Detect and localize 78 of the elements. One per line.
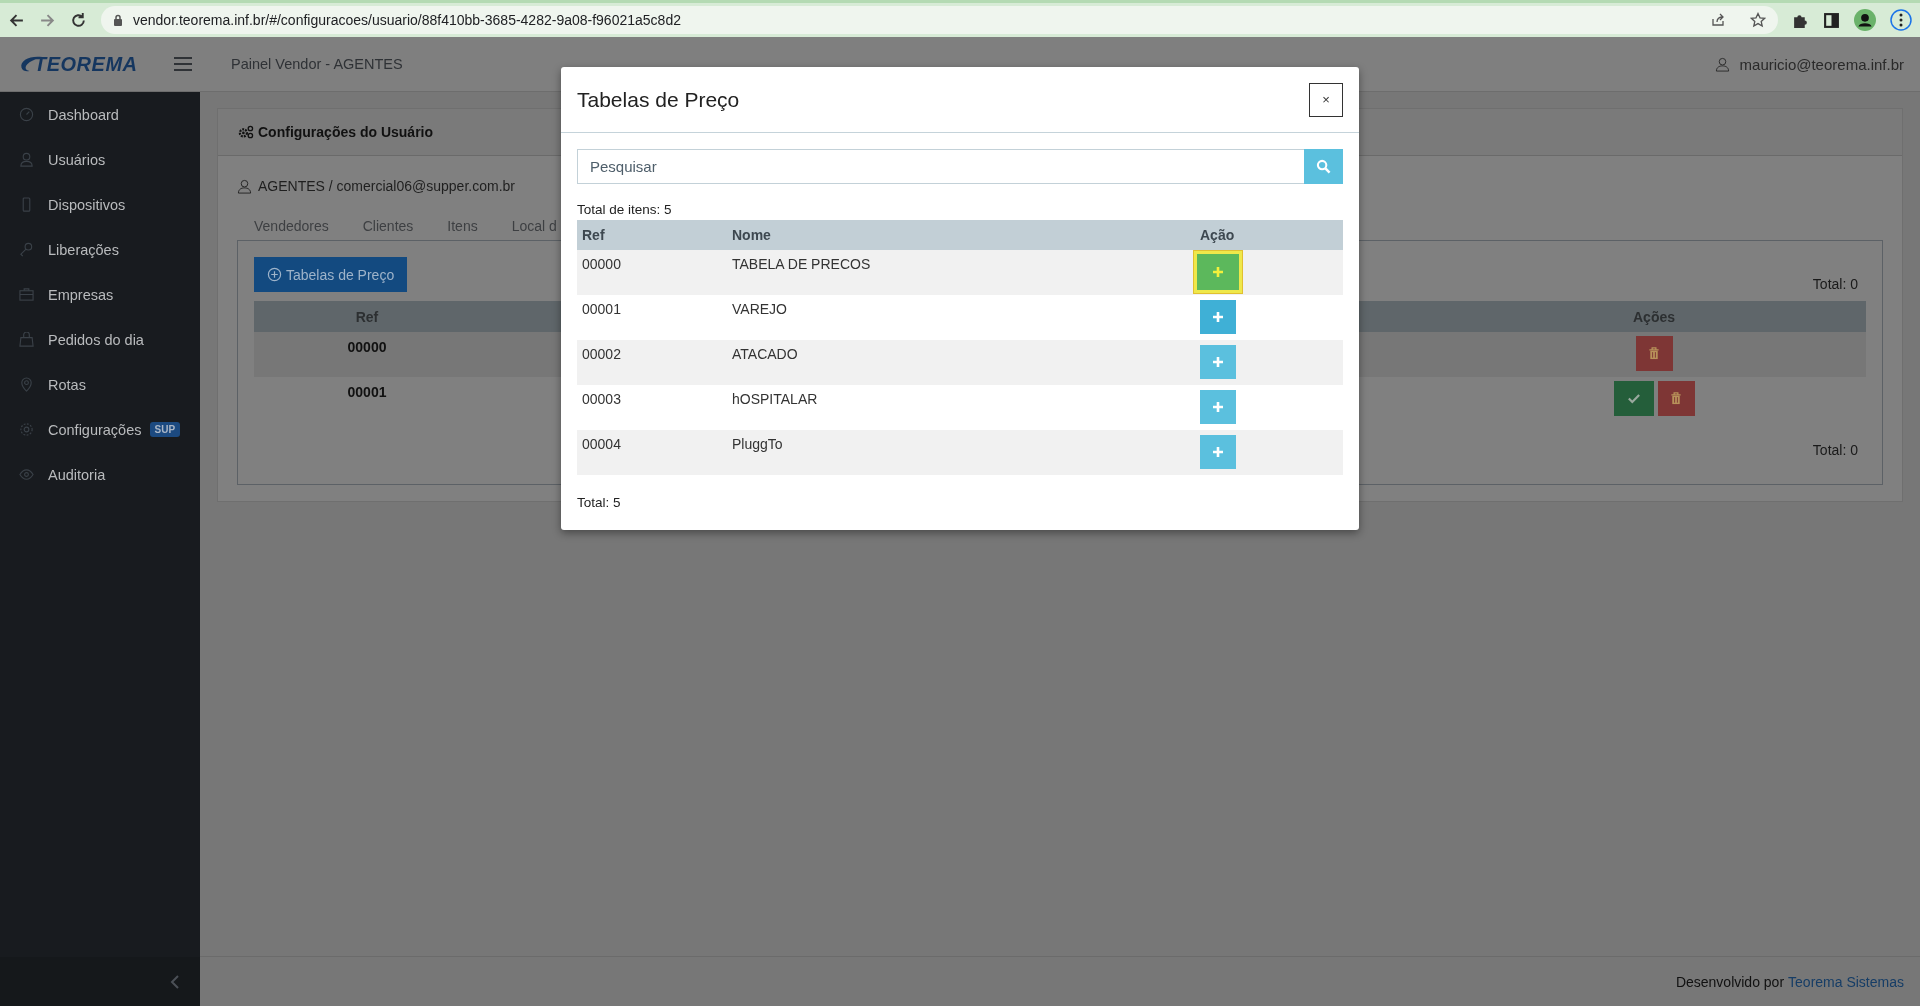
sidebar-item[interactable]: Auditoria — [0, 452, 200, 497]
search-button[interactable] — [1304, 149, 1343, 184]
search-icon — [1316, 159, 1331, 174]
sidebar-item[interactable]: Empresas — [0, 272, 200, 317]
sidebar-item[interactable]: Rotas — [0, 362, 200, 407]
bag-icon — [19, 332, 34, 347]
briefcase-icon — [19, 287, 34, 302]
table-cell-text: PluggTo — [732, 435, 784, 452]
total-count: Total: 0 — [1812, 275, 1859, 292]
table-cell-text: ATACADO — [732, 345, 799, 362]
delete-button[interactable] — [1657, 381, 1695, 416]
sidebar-item[interactable]: Pedidos do dia — [0, 317, 200, 362]
table-cell-text: 00003 — [581, 390, 622, 407]
card-title: Configurações do Usuário — [258, 124, 434, 140]
close-button[interactable]: × — [1309, 82, 1343, 117]
reload-icon[interactable] — [70, 11, 87, 29]
sup-badge: SUP — [149, 422, 181, 437]
plus-icon — [1212, 266, 1224, 278]
plus-icon — [1212, 311, 1224, 323]
trash-icon — [1648, 347, 1660, 360]
pin-icon — [19, 377, 34, 392]
page-title: Painel Vendor - AGENTES — [231, 56, 403, 72]
plus-icon — [1212, 446, 1224, 458]
dialog-title: Tabelas de Preço — [577, 87, 740, 112]
sidebar-item[interactable]: Dispositivos — [0, 182, 200, 227]
table-cell-text: 00000 — [581, 255, 622, 272]
table-cell-text: 00001 — [581, 300, 622, 317]
key-icon — [19, 242, 34, 257]
table-cell-text: hOSPITALAR — [732, 390, 819, 407]
user-icon — [1714, 56, 1730, 72]
gear-icon — [19, 422, 34, 437]
gears-icon — [238, 125, 254, 139]
table-cell-text: 00004 — [581, 435, 622, 452]
column-header: Nome — [732, 227, 772, 243]
sidebar-item[interactable]: Configurações SUP — [0, 407, 200, 452]
column-header: Ação — [1200, 227, 1236, 243]
plus-icon — [1212, 356, 1224, 368]
column-header: Ref — [354, 308, 380, 325]
total-count: Total: 5 — [577, 495, 622, 510]
trash-icon — [1670, 392, 1682, 405]
sidebar-item[interactable]: Usuários — [0, 137, 200, 182]
address-bar[interactable]: vendor.teorema.inf.br/#/configuracoes/usuario/88f410bb-3685-4282-9a08-f96021a5c8d2 — [101, 6, 1778, 34]
search-field[interactable]: Pesquisar — [577, 149, 1304, 184]
column-header: Ações — [1632, 308, 1676, 325]
sidebar-item[interactable]: Dashboard — [0, 92, 200, 137]
eye-icon — [19, 467, 34, 482]
plus-circle-icon — [267, 267, 282, 282]
star-icon[interactable] — [1750, 12, 1766, 28]
add-button[interactable] — [1200, 390, 1236, 424]
table-cell-text: 00001 — [346, 383, 388, 400]
column-header: Ref — [581, 227, 606, 243]
menu-icon[interactable] — [1890, 9, 1912, 31]
approve-button[interactable] — [1613, 381, 1654, 416]
user-icon — [237, 178, 252, 194]
profile-icon[interactable] — [1854, 9, 1876, 31]
check-icon — [1627, 392, 1640, 405]
table-cell-text: VAREJO — [732, 300, 788, 317]
user-icon — [19, 152, 34, 167]
user-email[interactable]: mauricio@teorema.inf.br — [1739, 55, 1904, 73]
delete-button[interactable] — [1635, 336, 1673, 371]
table-cell-text: 00002 — [581, 345, 622, 362]
gauge-icon — [19, 107, 34, 122]
sidebar-item[interactable]: Liberações — [0, 227, 200, 272]
table-cell-text: TABELA DE PRECOS — [732, 255, 872, 272]
user-label: AGENTES / comercial06@supper.com.br — [258, 178, 515, 194]
footer-text: Desenvolvido por — [1675, 973, 1785, 990]
add-button[interactable] — [1200, 300, 1236, 334]
item-count: Total de itens: 5 — [577, 202, 673, 217]
collapse-chevron-icon[interactable] — [170, 974, 180, 989]
lock-icon — [113, 14, 123, 26]
add-button[interactable] — [1200, 435, 1236, 469]
add-price-table-button[interactable]: Tabelas de Preço — [254, 257, 408, 292]
plus-icon — [1212, 401, 1224, 413]
side-panel-icon[interactable] — [1823, 11, 1840, 29]
total-count: Total: 0 — [1812, 442, 1859, 458]
table-cell-text: 00000 — [346, 338, 388, 355]
share-icon[interactable] — [1710, 12, 1726, 28]
add-button[interactable] — [1200, 345, 1236, 379]
